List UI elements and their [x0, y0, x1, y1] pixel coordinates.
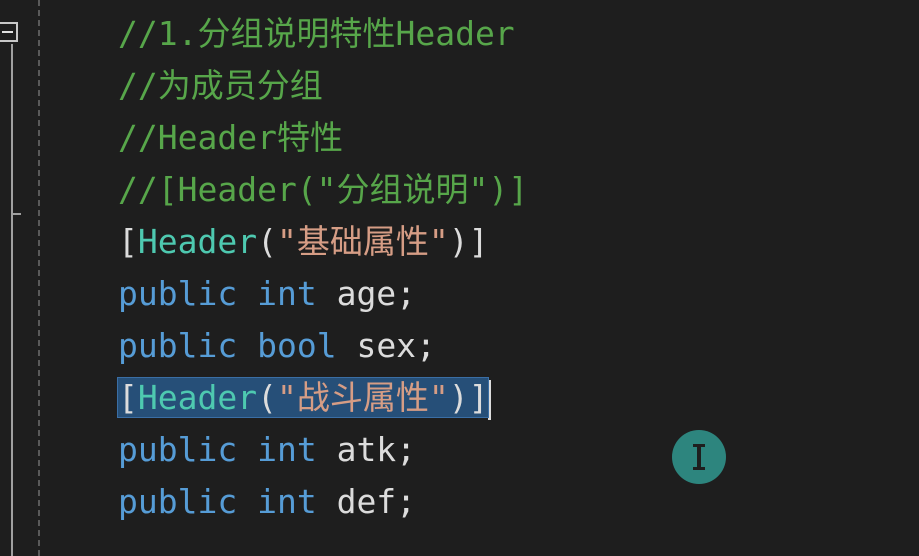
code-token-string: "基础属性": [276, 222, 449, 261]
code-token-comment: //为成员分组: [118, 66, 323, 105]
text-selection[interactable]: [Header("战斗属性")]: [116, 377, 490, 418]
code-token-plain: )]: [448, 222, 489, 261]
code-token-keyword: bool: [257, 326, 337, 365]
code-token-plain: sex;: [336, 326, 436, 365]
fold-region-tick: [11, 213, 21, 215]
code-token-type: Header: [137, 378, 258, 417]
code-line[interactable]: public int def;: [118, 476, 528, 528]
code-area[interactable]: //1.分组说明特性Header //为成员分组 //Header特性 //[Head…: [116, 8, 528, 528]
code-token-comment: //1.分组说明特性Header: [118, 14, 515, 53]
code-line[interactable]: //为成员分组: [118, 60, 528, 112]
text-cursor-icon: [693, 444, 705, 470]
code-token-plain: [: [118, 378, 138, 417]
code-line[interactable]: public bool sex;: [118, 320, 528, 372]
code-token-plain: (: [257, 378, 277, 417]
code-token-plain: )]: [448, 378, 489, 417]
code-token-plain: atk;: [316, 430, 417, 469]
code-line[interactable]: //[Header("分组说明")]: [118, 164, 528, 216]
code-line[interactable]: [Header("战斗属性")]: [116, 372, 528, 424]
code-line[interactable]: public int age;: [118, 268, 528, 320]
code-token-keyword: int: [257, 482, 317, 521]
code-token-keyword: int: [257, 430, 317, 469]
code-token-keyword: int: [257, 274, 317, 313]
mouse-cursor-highlight: [672, 430, 726, 484]
code-line[interactable]: [Header("基础属性")]: [118, 216, 528, 268]
text-caret: [488, 379, 492, 420]
code-token-plain: age;: [316, 274, 417, 313]
code-token-string: "战斗属性": [276, 378, 449, 417]
code-token-plain: (: [257, 222, 277, 261]
code-token-keyword: public: [118, 326, 238, 365]
code-line[interactable]: //Header特性: [118, 112, 528, 164]
code-token-type: Header: [137, 222, 258, 261]
editor-gutter: [0, 0, 50, 556]
code-token-keyword: public: [118, 482, 238, 521]
code-token-plain: [: [118, 222, 138, 261]
code-token-comment: //[Header("分组说明")]: [118, 170, 529, 209]
code-line[interactable]: public int atk;: [118, 424, 528, 476]
collapse-icon[interactable]: [0, 22, 18, 42]
code-token-keyword: public: [118, 430, 238, 469]
fold-region-line: [11, 44, 13, 556]
code-token-comment: //Header特性: [118, 118, 343, 157]
code-editor[interactable]: //1.分组说明特性Header //为成员分组 //Header特性 //[Head…: [0, 0, 919, 556]
code-line[interactable]: //1.分组说明特性Header: [118, 8, 528, 60]
code-token-plain: def;: [316, 482, 417, 521]
indent-guide: [38, 0, 40, 556]
code-token-keyword: public: [118, 274, 238, 313]
